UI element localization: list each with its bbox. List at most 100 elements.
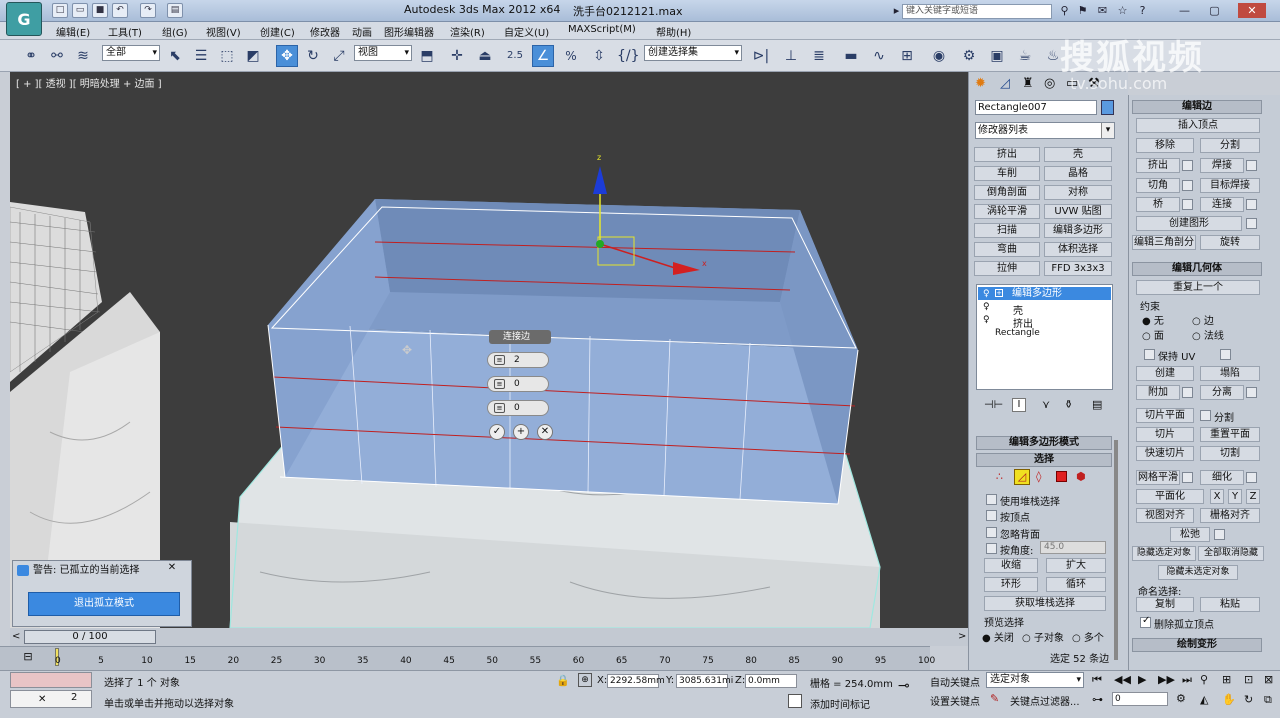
border-mode-icon[interactable]: ◊: [1036, 470, 1041, 483]
add-time-tag[interactable]: 添加时间标记: [810, 696, 870, 711]
layer-manager-icon[interactable]: ≣: [808, 45, 830, 67]
zoom-extents-all-icon[interactable]: ⊠: [1264, 673, 1273, 686]
maxscript-listener-mini[interactable]: [10, 672, 92, 688]
relax-settings-icon[interactable]: [1214, 529, 1225, 540]
detach-button[interactable]: 分离: [1200, 385, 1244, 400]
grid-align-button[interactable]: 栅格对齐: [1200, 508, 1260, 523]
target-weld-button[interactable]: 目标焊接: [1200, 178, 1260, 193]
preview-subobject-radio[interactable]: ○ 子对象: [1022, 629, 1064, 644]
named-selection-dropdown[interactable]: 创建选择集: [644, 45, 742, 61]
by-angle-checkbox[interactable]: [986, 543, 997, 554]
split-button[interactable]: 分割: [1200, 138, 1260, 153]
rect-selection-icon[interactable]: ⬚: [216, 45, 238, 67]
mod-shell-button[interactable]: 壳: [1044, 147, 1112, 162]
constraint-edge-radio[interactable]: ○ 边: [1192, 312, 1214, 327]
mod-extrude-button[interactable]: 挤出: [974, 147, 1040, 162]
mod-lattice-button[interactable]: 晶格: [1044, 166, 1112, 181]
undo-icon[interactable]: ↶: [112, 3, 128, 18]
modifier-list-dropdown[interactable]: 修改器列表 ▾: [975, 122, 1115, 139]
create-shape-settings-icon[interactable]: [1246, 218, 1257, 229]
menu-help[interactable]: 帮助(H): [656, 24, 691, 39]
mod-symmetry-button[interactable]: 对称: [1044, 185, 1112, 200]
select-object-icon[interactable]: ⬉: [164, 45, 186, 67]
menu-views[interactable]: 视图(V): [206, 24, 241, 39]
key-mode-icon[interactable]: ⊶: [1092, 693, 1103, 706]
weld-button[interactable]: 焊接: [1200, 158, 1244, 173]
selection-filter-dropdown[interactable]: 全部: [102, 45, 160, 61]
show-end-result-icon[interactable]: Ⅰ: [1012, 398, 1026, 412]
auto-key-label[interactable]: 自动关键点: [930, 674, 980, 689]
menu-rendering[interactable]: 渲染(R): [450, 24, 485, 39]
menu-animation[interactable]: 动画: [352, 24, 372, 39]
slide-input[interactable]: ≡ 0: [487, 400, 549, 416]
constraint-face-radio[interactable]: ○ 面: [1142, 327, 1164, 342]
pin-stack-icon[interactable]: ⊣⊢: [984, 398, 1003, 411]
modify-tab-icon[interactable]: ◿: [1000, 76, 1010, 91]
paint-deformation-rollout[interactable]: 绘制变形: [1132, 638, 1262, 652]
mod-lathe-button[interactable]: 车削: [974, 166, 1040, 181]
key-filter-dropdown[interactable]: 选定对象: [986, 672, 1084, 688]
reset-plane-button[interactable]: 重置平面: [1200, 427, 1260, 442]
add-time-tag-icon[interactable]: [788, 694, 802, 708]
app-icon[interactable]: G: [6, 2, 42, 36]
select-rotate-icon[interactable]: ↻: [302, 45, 324, 67]
preview-multi-radio[interactable]: ○ 多个: [1072, 629, 1104, 644]
paste-button[interactable]: 粘贴: [1200, 597, 1260, 612]
window-crossing-icon[interactable]: ◩: [242, 45, 264, 67]
get-stack-selection-button[interactable]: 获取堆栈选择: [984, 596, 1106, 611]
edit-poly-mode-rollout[interactable]: 编辑多边形模式: [976, 436, 1112, 450]
pan-icon[interactable]: ✋: [1222, 693, 1236, 706]
open-file-icon[interactable]: ▭: [72, 3, 88, 18]
close-icon[interactable]: ✕: [1238, 3, 1266, 18]
constraint-none-radio[interactable]: ● 无: [1142, 312, 1164, 327]
bridge-button[interactable]: 桥: [1136, 197, 1180, 212]
quickslice-button[interactable]: 快速切片: [1136, 446, 1194, 461]
polygon-mode-icon[interactable]: [1056, 471, 1067, 482]
relax-button[interactable]: 松弛: [1170, 527, 1210, 542]
maxscript-output-mini[interactable]: 2: [10, 690, 92, 708]
collapse-button[interactable]: 塌陷: [1200, 366, 1260, 381]
preview-off-radio[interactable]: ● 关闭: [982, 629, 1014, 644]
segments-input[interactable]: ≡ 2: [487, 352, 549, 368]
lock-selection-icon[interactable]: 🔒: [556, 674, 570, 687]
menu-graph-editors[interactable]: 图形编辑器: [384, 24, 434, 39]
insert-vertex-button[interactable]: 插入顶点: [1136, 118, 1260, 133]
pivot-center-icon[interactable]: ⬒: [416, 45, 438, 67]
edge-mode-icon[interactable]: ◿: [1014, 469, 1030, 485]
exit-isolation-button[interactable]: 退出孤立模式: [28, 592, 180, 616]
mini-curve-editor-icon[interactable]: ⊟: [18, 650, 38, 666]
prev-key-icon[interactable]: ◀◀: [1114, 673, 1131, 686]
y-coordinate-field[interactable]: 3085.631mi: [676, 674, 733, 688]
hide-selected-button[interactable]: 隐藏选定对象: [1132, 546, 1196, 561]
mod-ffd-button[interactable]: FFD 3x3x3: [1044, 261, 1112, 276]
maximize-viewport-icon[interactable]: ⧉: [1264, 693, 1272, 707]
redo-icon[interactable]: ↷: [140, 3, 156, 18]
repeat-last-button[interactable]: 重复上一个: [1136, 280, 1260, 295]
weld-settings-icon[interactable]: [1246, 160, 1257, 171]
apply-icon[interactable]: +: [513, 424, 529, 440]
element-mode-icon[interactable]: ⬢: [1076, 470, 1086, 483]
pinch-input[interactable]: ≡ 0: [487, 376, 549, 392]
absolute-mode-icon[interactable]: ⊕: [578, 673, 592, 687]
extrude-settings-icon[interactable]: [1182, 160, 1193, 171]
orbit-icon[interactable]: ↻: [1244, 693, 1253, 706]
align-icon[interactable]: ⊥: [780, 45, 802, 67]
mod-turbosmooth-button[interactable]: 涡轮平滑: [974, 204, 1040, 219]
key-icon[interactable]: ⊸: [898, 678, 910, 694]
create-tab-icon[interactable]: ✹: [975, 76, 986, 91]
configure-sets-icon[interactable]: ▤: [1092, 398, 1102, 411]
meshsmooth-button[interactable]: 网格平滑: [1136, 470, 1180, 485]
current-frame-field[interactable]: 0: [1112, 692, 1168, 706]
reference-coord-dropdown[interactable]: 视图: [354, 45, 412, 61]
mod-edit-poly-button[interactable]: 编辑多边形: [1044, 223, 1112, 238]
unlink-icon[interactable]: ⚯: [46, 45, 68, 67]
preserve-uv-checkbox[interactable]: [1144, 349, 1155, 360]
keyboard-shortcut-icon[interactable]: ⏏: [474, 45, 496, 67]
select-manipulate-icon[interactable]: ✛: [446, 45, 468, 67]
ok-icon[interactable]: ✓: [489, 424, 505, 440]
slice-button[interactable]: 切片: [1136, 427, 1194, 442]
modifier-stack[interactable]: 编辑多边形 ♀ + ♀ 壳 ♀ 挤出 Rectangle: [976, 284, 1113, 390]
save-file-icon[interactable]: ■: [92, 3, 108, 18]
remove-button[interactable]: 移除: [1136, 138, 1194, 153]
attach-settings-icon[interactable]: [1182, 387, 1193, 398]
